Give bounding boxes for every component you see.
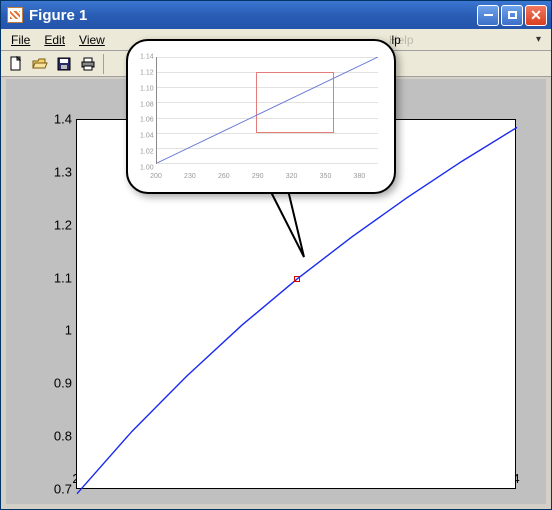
save-button[interactable] bbox=[53, 53, 75, 75]
ytick-label: 0.9 bbox=[40, 376, 72, 391]
minimize-button[interactable] bbox=[477, 5, 499, 26]
ytick-label: 0.7 bbox=[40, 482, 72, 497]
inset-xtick: 230 bbox=[184, 173, 196, 180]
new-figure-button[interactable] bbox=[5, 53, 27, 75]
inset-ytick: 1.02 bbox=[140, 149, 154, 156]
ytick-label: 1.1 bbox=[40, 270, 72, 285]
open-folder-icon bbox=[32, 56, 48, 72]
inset-xtick: 380 bbox=[354, 173, 366, 180]
inset-ytick: 1.10 bbox=[140, 85, 154, 92]
inset-xtick: 350 bbox=[320, 173, 332, 180]
inset-line bbox=[157, 57, 378, 163]
menu-view[interactable]: View bbox=[73, 31, 111, 49]
ytick-label: 1.3 bbox=[40, 164, 72, 179]
close-button[interactable]: ✕ bbox=[525, 5, 547, 26]
window-controls: ✕ bbox=[477, 5, 547, 26]
inset-xtick: 260 bbox=[218, 173, 230, 180]
ytick-label: 1.2 bbox=[40, 217, 72, 232]
inset-ytick: 1.14 bbox=[140, 54, 154, 61]
figure-window: Figure 1 ✕ File Edit View Helplp ▾ 1.4 1… bbox=[0, 0, 552, 510]
menu-edit[interactable]: Edit bbox=[38, 31, 71, 49]
inset-ytick: 1.00 bbox=[140, 165, 154, 172]
ytick-label: 0.8 bbox=[40, 429, 72, 444]
menu-file[interactable]: File bbox=[5, 31, 36, 49]
maximize-button[interactable] bbox=[501, 5, 523, 26]
new-file-icon bbox=[8, 56, 24, 72]
inset-xtick: 200 bbox=[150, 173, 162, 180]
ytick-label: 1 bbox=[40, 323, 72, 338]
toolbar-separator bbox=[103, 54, 104, 74]
inset-axes: 1.00 1.02 1.04 1.06 1.08 1.10 1.12 1.14 200 230 2… bbox=[138, 51, 384, 182]
inset-ytick: 1.06 bbox=[140, 117, 154, 124]
window-title: Figure 1 bbox=[29, 7, 477, 24]
inset-xtick: 290 bbox=[252, 173, 264, 180]
save-floppy-icon bbox=[56, 56, 72, 72]
menu-overflow-icon[interactable]: ▾ bbox=[530, 34, 547, 45]
figure-canvas: 1.4 1.3 1.2 1.1 1 0.9 0.8 0.7 2 2.5 3 3.… bbox=[6, 79, 546, 504]
inset-ytick: 1.04 bbox=[140, 133, 154, 140]
inset-ytick: 1.08 bbox=[140, 101, 154, 108]
ytick-label: 1.4 bbox=[40, 112, 72, 127]
callout-bubble: 1.00 1.02 1.04 1.06 1.08 1.10 1.12 1.14 200 230 2… bbox=[126, 39, 396, 194]
open-button[interactable] bbox=[29, 53, 51, 75]
inset-xtick: 320 bbox=[286, 173, 298, 180]
inset-ytick: 1.12 bbox=[140, 69, 154, 76]
matlab-icon bbox=[7, 7, 23, 23]
titlebar[interactable]: Figure 1 ✕ bbox=[1, 1, 551, 29]
print-icon bbox=[80, 56, 96, 72]
print-button[interactable] bbox=[77, 53, 99, 75]
